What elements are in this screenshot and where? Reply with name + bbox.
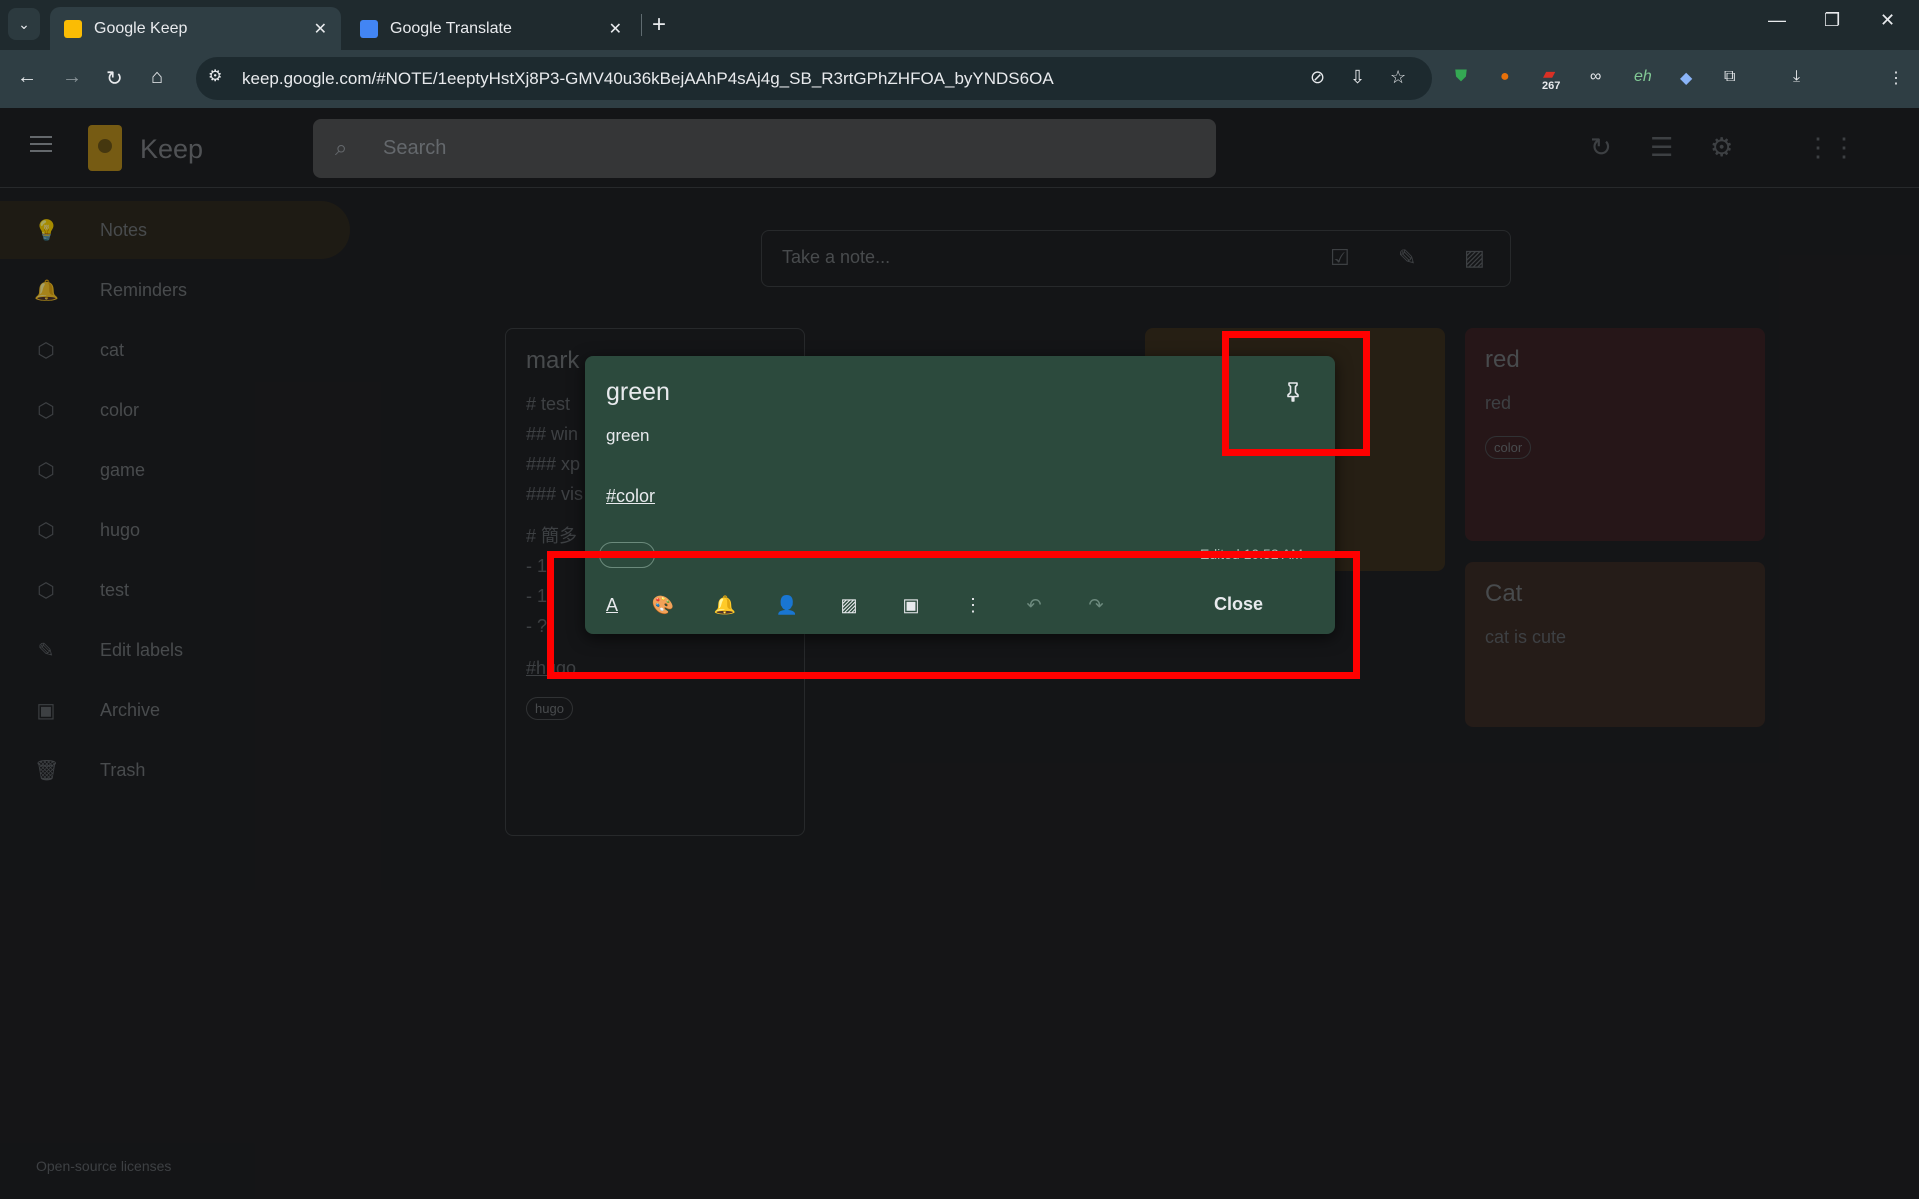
install-app-icon[interactable]: ⇩ xyxy=(1350,67,1365,88)
note-hashtag[interactable]: #color xyxy=(606,486,655,507)
forward-icon[interactable]: → xyxy=(62,66,82,89)
note-title[interactable]: green xyxy=(606,378,670,407)
site-info-icon[interactable]: ⚙ xyxy=(208,66,222,86)
browser-toolbar: ← → ↻ ⌂ ⚙ keep.google.com/#NOTE/1eeptyHs… xyxy=(0,50,1919,108)
downloads-icon[interactable]: ⤓ xyxy=(1793,68,1800,86)
address-bar[interactable]: ⚙ keep.google.com/#NOTE/1eeptyHstXj8P3-G… xyxy=(196,57,1432,100)
shield-extension-icon[interactable]: ⛊ xyxy=(1455,68,1467,86)
tab-separator xyxy=(641,14,642,36)
browser-tab-bar: ⌄ Google Keep ✕ Google Translate ✕ + — ❐… xyxy=(0,0,1919,50)
extension-badge: 267 xyxy=(1542,80,1561,92)
back-icon[interactable]: ← xyxy=(17,66,37,89)
minimize-icon[interactable]: — xyxy=(1768,10,1786,31)
note-body[interactable]: green xyxy=(606,426,649,446)
tab-search-button[interactable]: ⌄ xyxy=(8,8,40,40)
tab-google-keep[interactable]: Google Keep ✕ xyxy=(50,7,341,50)
translate-extension-icon[interactable]: ◆ xyxy=(1680,68,1692,88)
tab-title: Google Translate xyxy=(390,19,512,37)
tab-google-translate[interactable]: Google Translate ✕ xyxy=(346,7,636,50)
browser-menu-icon[interactable]: ⋮ xyxy=(1888,68,1904,88)
tab-close-icon[interactable]: ✕ xyxy=(609,19,622,39)
bookmark-star-icon[interactable]: ☆ xyxy=(1390,67,1406,88)
url-text: keep.google.com/#NOTE/1eeptyHstXj8P3-GMV… xyxy=(242,69,1054,88)
restore-icon[interactable]: ❐ xyxy=(1824,10,1840,31)
tab-title: Google Keep xyxy=(94,19,188,37)
cat-extension-icon[interactable]: ● xyxy=(1500,68,1510,86)
extensions-puzzle-icon[interactable]: ⧉ xyxy=(1724,68,1735,86)
reload-icon[interactable]: ↻ xyxy=(106,66,123,91)
toolbar-highlight-box xyxy=(547,551,1360,679)
eh-extension-icon[interactable]: eh xyxy=(1634,68,1652,86)
home-icon[interactable]: ⌂ xyxy=(151,66,163,89)
new-tab-button[interactable]: + xyxy=(652,11,666,39)
window-close-icon[interactable]: ✕ xyxy=(1880,10,1895,31)
keep-favicon-icon xyxy=(64,19,82,38)
tracking-protection-icon[interactable]: ⊘ xyxy=(1310,67,1325,88)
tab-close-icon[interactable]: ✕ xyxy=(314,19,327,39)
translate-favicon-icon xyxy=(360,19,378,38)
link-extension-icon[interactable]: ∞ xyxy=(1590,68,1601,86)
pin-highlight-box xyxy=(1222,331,1370,456)
